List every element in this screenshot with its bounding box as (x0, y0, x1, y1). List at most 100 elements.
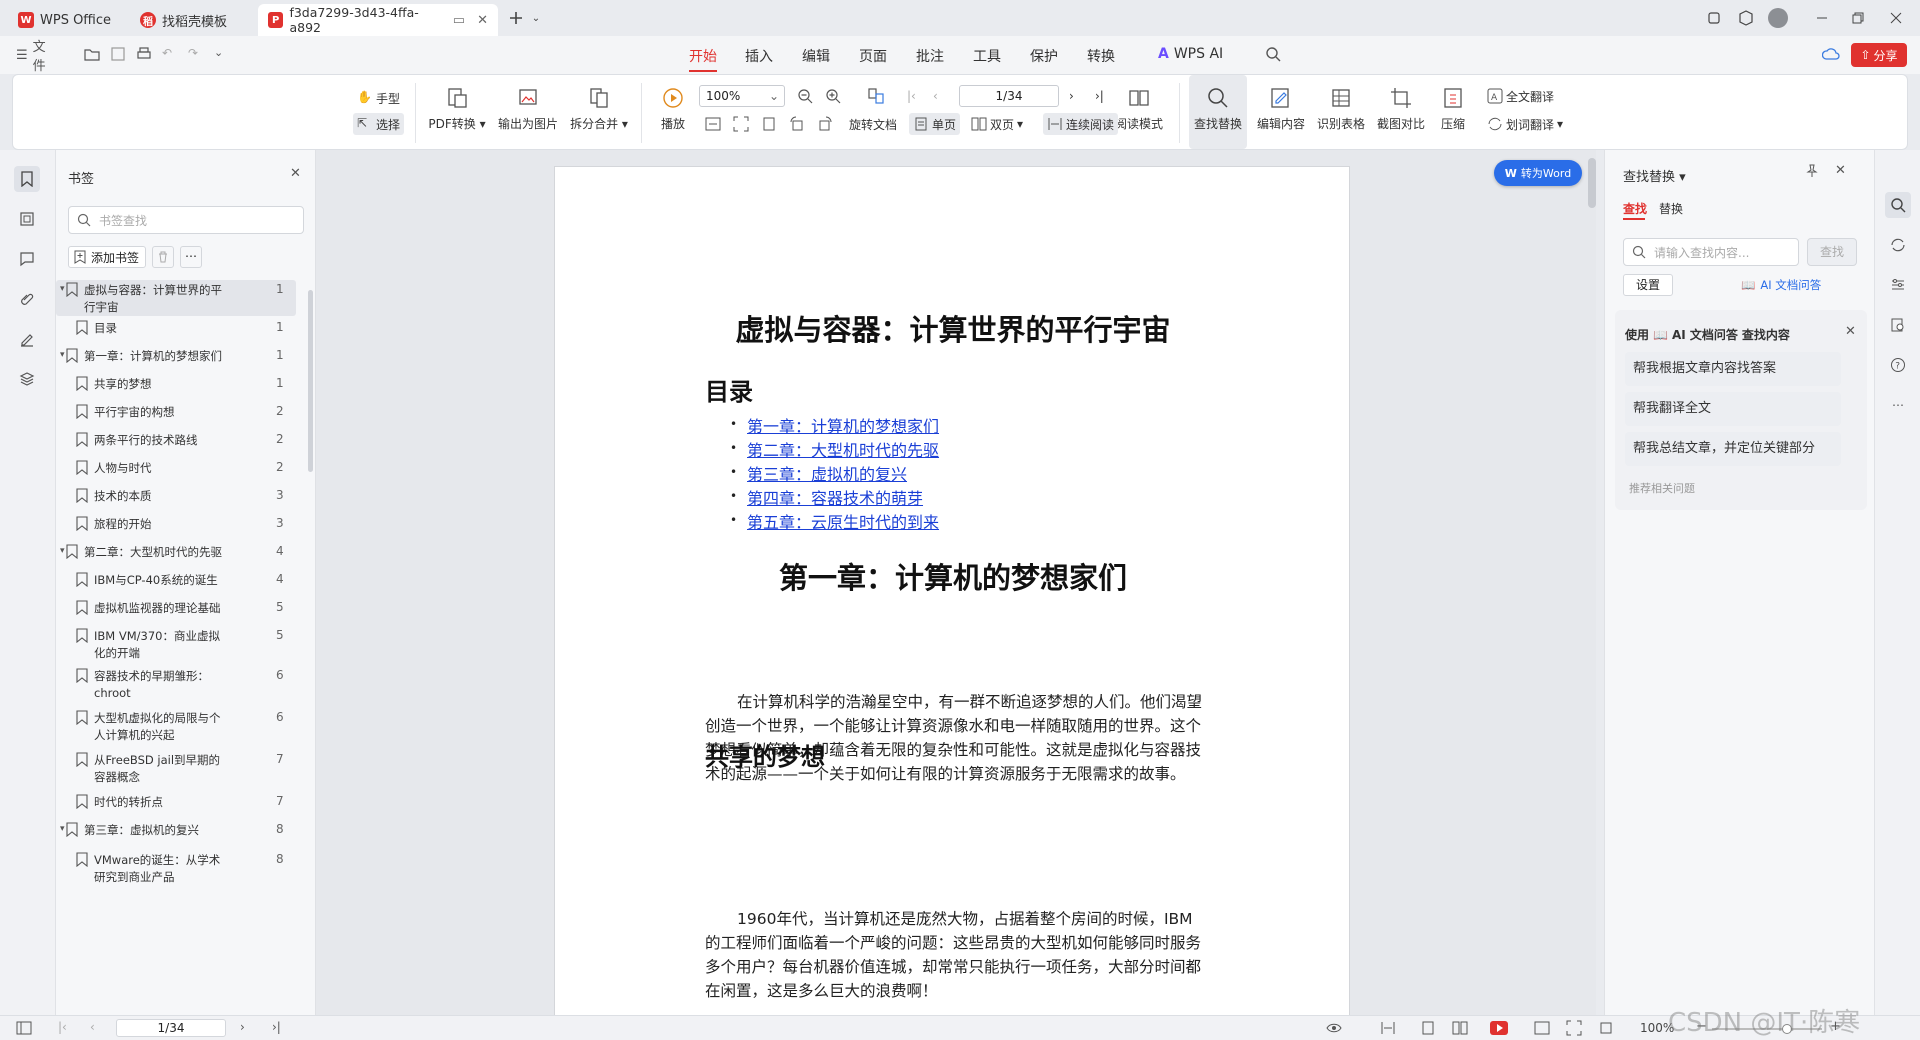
sync-icon[interactable] (1885, 232, 1911, 258)
settings-button[interactable]: 设置 (1623, 274, 1673, 296)
bookmark-item[interactable]: 从FreeBSD jail到早期的容器概念 7 (56, 750, 296, 786)
minimize-icon[interactable] (1808, 6, 1836, 30)
ai-doc-qa-link[interactable]: 📖 AI 文档问答 (1741, 277, 1821, 293)
status-page-input[interactable]: 1/34 (116, 1019, 226, 1037)
continuous-reading-button[interactable]: 连续阅读 (1043, 113, 1119, 135)
window-mode-icon[interactable] (1700, 6, 1728, 30)
convert-to-word-button[interactable]: W 转为Word (1494, 160, 1582, 186)
bookmark-item[interactable]: 虚拟机监视器的理论基础 5 (56, 598, 296, 620)
bookmark-item[interactable]: ▾ 虚拟与容器：计算世界的平行宇宙 1 (56, 280, 296, 316)
prev-page-icon[interactable]: ‹ (90, 1020, 106, 1036)
single-view-icon[interactable] (1420, 1020, 1436, 1036)
menu-tab-insert[interactable]: 插入 (745, 46, 773, 66)
help-icon[interactable]: ? (1885, 352, 1911, 378)
find-panel-title[interactable]: 查找替换 ▾ (1623, 166, 1686, 185)
bookmark-search-input[interactable]: 书签查找 (68, 206, 304, 234)
split-merge-button[interactable]: 拆分合并 ▾ (569, 85, 629, 132)
tab-wps-office[interactable]: W WPS Office (8, 4, 128, 36)
close-panel-icon[interactable]: ✕ (1835, 163, 1846, 178)
rotate-right-icon[interactable] (813, 113, 837, 135)
ai-suggestion-item[interactable]: 帮我根据文章内容找答案 (1625, 352, 1841, 386)
tab-replace[interactable]: 替换 (1659, 200, 1683, 217)
page-number-input[interactable]: 1/34 (959, 85, 1059, 107)
eye-icon[interactable] (1326, 1020, 1342, 1036)
menu-tab-edit[interactable]: 编辑 (802, 46, 830, 66)
menu-tab-page[interactable]: 页面 (859, 46, 887, 66)
more-chevron-icon[interactable]: ⌄ (214, 46, 232, 64)
tab-template[interactable]: 稻 找稻壳模板 (130, 4, 250, 36)
rotate-left-icon[interactable] (785, 113, 809, 135)
file-menu[interactable]: ☰ 文件 (16, 40, 56, 74)
single-page-button[interactable]: 单页 (909, 113, 961, 135)
zoom-in-icon[interactable] (821, 85, 845, 107)
menu-tab-convert[interactable]: 转换 (1087, 46, 1115, 66)
toc-link[interactable]: 第四章：容器技术的萌芽 (747, 485, 923, 509)
bookmark-item[interactable]: 技术的本质 3 (56, 486, 296, 508)
fit-width-icon[interactable] (701, 113, 725, 135)
bookmark-item[interactable]: 大型机虚拟化的局限与个人计算机的兴起 6 (56, 708, 296, 744)
close-card-icon[interactable]: ✕ (1845, 324, 1856, 339)
double-page-button[interactable]: 双页 ▾ (967, 113, 1027, 135)
bookmark-item[interactable]: ▾ 第三章：虚拟机的复兴 8 (56, 820, 296, 842)
more-icon[interactable]: ⋯ (1885, 392, 1911, 418)
expand-caret-icon[interactable]: ▾ (60, 284, 65, 294)
signature-icon[interactable] (14, 326, 40, 352)
bookmark-item[interactable]: ▾ 第二章：大型机时代的先驱 4 (56, 542, 296, 564)
pdf-convert-button[interactable]: PDF转换 ▾ (427, 85, 487, 132)
next-page-icon[interactable]: › (240, 1020, 256, 1036)
toc-link[interactable]: 第二章：大型机时代的先驱 (747, 437, 939, 461)
bookmark-item[interactable]: 目录 1 (56, 318, 296, 340)
word-translate-button[interactable]: 划词翻译 ▾ (1483, 113, 1567, 135)
hand-tool-button[interactable]: ✋ 手型 (353, 87, 404, 109)
first-page-icon[interactable]: |‹ (903, 85, 920, 107)
play-button[interactable]: 播放 (653, 85, 693, 132)
tab-list-chevron-icon[interactable]: ⌄ (522, 6, 550, 30)
menu-tab-protect[interactable]: 保护 (1030, 46, 1058, 66)
full-translate-button[interactable]: A 全文翻译 (1483, 85, 1558, 107)
ai-recommend-label[interactable]: 推荐相关问题 (1629, 480, 1695, 496)
recognize-table-button[interactable]: 识别表格 (1313, 85, 1369, 132)
zoom-out-icon[interactable] (793, 85, 817, 107)
bookmark-item[interactable]: 两条平行的技术路线 2 (56, 430, 296, 452)
first-page-icon[interactable]: |‹ (58, 1020, 74, 1036)
toc-link[interactable]: 第一章：计算机的梦想家们 (747, 413, 939, 437)
thumbnail-icon[interactable] (14, 206, 40, 232)
toc-link[interactable]: 第五章：云原生时代的到来 (747, 509, 939, 533)
actual-size-icon[interactable] (757, 113, 781, 135)
print-icon[interactable] (136, 46, 154, 64)
ai-suggestion-item[interactable]: 帮我总结文章，并定位关键部分 (1625, 432, 1841, 466)
bookmark-item[interactable]: 平行宇宙的构想 2 (56, 402, 296, 424)
search-icon[interactable] (1885, 192, 1911, 218)
crop-view-icon[interactable] (1598, 1020, 1614, 1036)
sidebar-toggle-icon[interactable] (16, 1020, 32, 1036)
open-folder-icon[interactable] (84, 46, 102, 64)
bookmark-item[interactable]: IBM VM/370：商业虚拟化的开端 5 (56, 626, 296, 662)
document-scrollbar[interactable] (1588, 158, 1596, 208)
bookmark-item[interactable]: ▾ 第一章：计算机的梦想家们 1 (56, 346, 296, 368)
add-bookmark-button[interactable]: 添加书签 (68, 246, 146, 268)
close-tab-icon[interactable]: ✕ (477, 13, 488, 28)
bookmark-scrollbar[interactable] (308, 290, 313, 472)
menu-tab-home[interactable]: 开始 (689, 46, 717, 72)
menu-tab-annotate[interactable]: 批注 (916, 46, 944, 66)
tab-find[interactable]: 查找 (1623, 200, 1647, 217)
bookmark-item[interactable]: IBM与CP-40系统的诞生 4 (56, 570, 296, 592)
zoom-select[interactable]: 100% ⌄ (699, 85, 785, 107)
menu-tab-tools[interactable]: 工具 (973, 46, 1001, 66)
attachment-icon[interactable] (14, 286, 40, 312)
bookmark-item[interactable]: 旅程的开始 3 (56, 514, 296, 536)
next-page-icon[interactable]: › (1065, 85, 1078, 107)
bookmark-panel-icon[interactable] (14, 166, 40, 192)
rotate-document-button[interactable]: 旋转文档 (845, 113, 901, 135)
bookmark-item[interactable]: VMware的诞生：从学术研究到商业产品 8 (56, 850, 296, 886)
fit-page-icon[interactable] (1566, 1020, 1582, 1036)
search-icon[interactable] (1265, 46, 1283, 64)
cloud-upload-icon[interactable] (1822, 46, 1840, 64)
book-search-icon[interactable] (1885, 312, 1911, 338)
last-page-icon[interactable]: ›| (272, 1020, 288, 1036)
pin-icon[interactable] (1805, 164, 1819, 178)
redo-icon[interactable]: ↷ (188, 46, 206, 64)
bookmark-item[interactable]: 共享的梦想 1 (56, 374, 296, 396)
tab-document[interactable]: P f3da7299-3d43-4ffa-a892 ▭ ✕ (258, 4, 498, 36)
close-window-icon[interactable] (1882, 6, 1910, 30)
